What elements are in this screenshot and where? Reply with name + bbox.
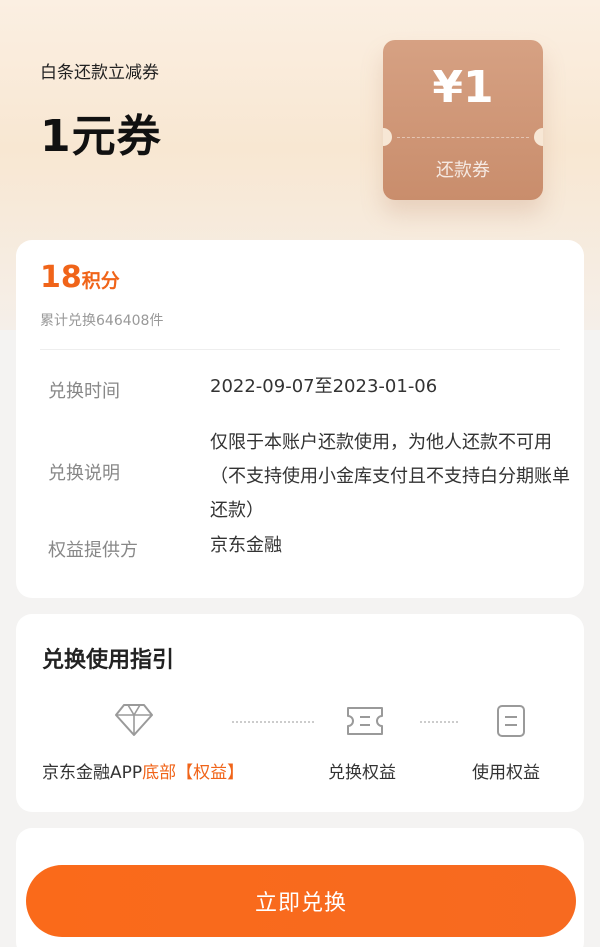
guide-title: 兑换使用指引 <box>42 648 175 673</box>
ticket-perforation <box>397 137 529 138</box>
info-key: 兑换时间 <box>48 381 120 402</box>
coupon-title: 1元券 <box>40 100 162 164</box>
step-connector <box>420 721 458 723</box>
step-connector <box>232 721 314 723</box>
info-key: 兑换说明 <box>48 463 120 484</box>
step-label-accent: 底部【权益】 <box>142 763 245 783</box>
guide-card: 兑换使用指引 京东金融APP底部【权益】 兑换权益 使用权益 <box>16 614 584 812</box>
detail-card: 18积分 累计兑换646408件 兑换时间 2022-09-07至2023-01… <box>16 240 584 598</box>
document-icon <box>496 704 526 742</box>
ticket-notch-right <box>534 128 543 146</box>
step-label-redeem: 兑换权益 <box>328 763 396 783</box>
ticket-amount: ¥1 <box>432 62 494 113</box>
info-value: 仅限于本账户还款使用，为他人还款不可用（不支持使用小金库支付且不支持白分期账单还… <box>210 432 570 521</box>
divider <box>40 349 560 350</box>
redeem-now-button[interactable]: 立即兑换 <box>26 865 576 937</box>
step-label-use: 使用权益 <box>472 763 540 783</box>
ticket-icon <box>344 706 386 740</box>
points-price: 18积分 <box>40 260 120 295</box>
coupon-title-text: 1元券 <box>40 111 162 162</box>
points-unit: 积分 <box>81 270 120 292</box>
ticket-label: 还款券 <box>436 160 490 181</box>
coupon-subtitle: 白条还款立减券 <box>40 63 159 83</box>
step-label-app: 京东金融APP底部【权益】 <box>42 758 244 783</box>
info-key: 权益提供方 <box>48 540 138 561</box>
step-label-main: 京东金融APP <box>42 763 143 783</box>
info-value: 2022-09-07至2023-01-06 <box>210 376 438 397</box>
points-value: 18 <box>40 260 82 295</box>
info-value: 京东金融 <box>210 535 282 556</box>
coupon-ticket-image: ¥1 还款券 <box>383 40 543 200</box>
redeemed-count: 累计兑换646408件 <box>40 313 164 329</box>
diamond-icon <box>114 702 154 742</box>
ticket-notch-left <box>383 128 392 146</box>
